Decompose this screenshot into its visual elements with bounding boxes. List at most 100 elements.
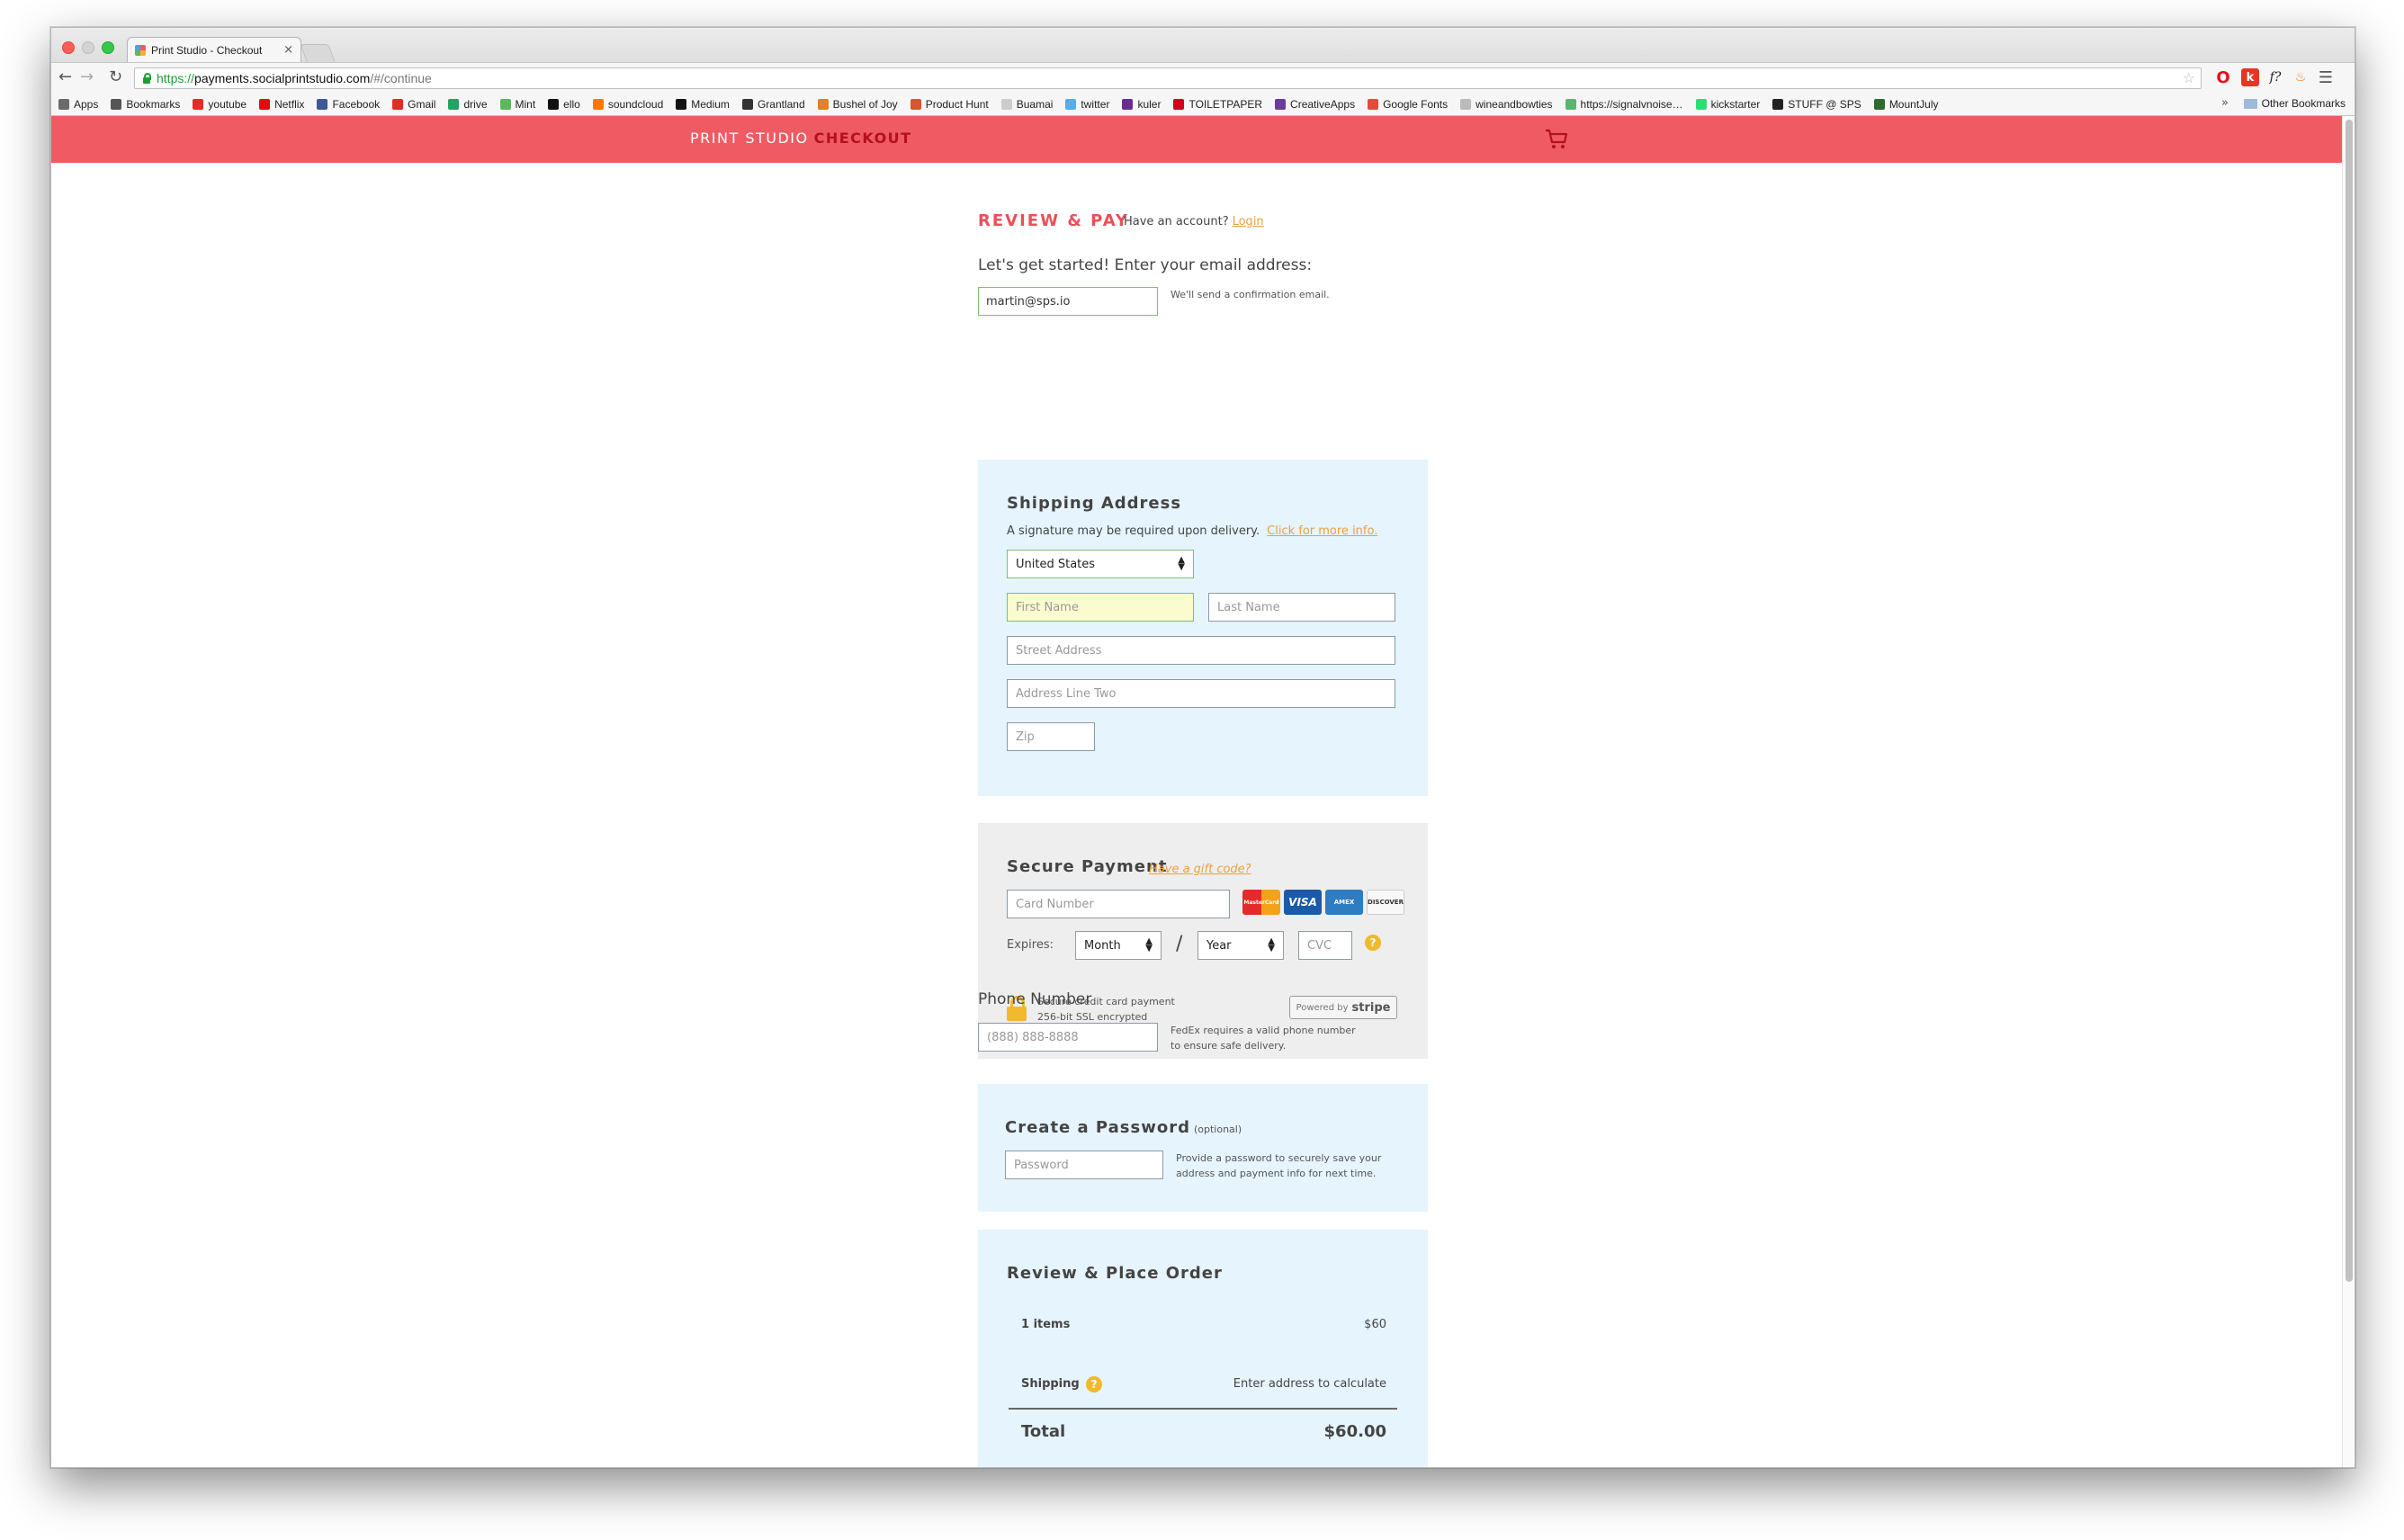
bookmark-item[interactable]: Buamai <box>1000 97 1054 111</box>
more-info-link[interactable]: Click for more info. <box>1267 524 1377 538</box>
bookmark-item[interactable]: Facebook <box>317 98 380 111</box>
bookmark-label: ello <box>563 97 580 111</box>
scrollbar-thumb[interactable] <box>2346 120 2353 1282</box>
folder-icon <box>2243 98 2257 109</box>
fire-extension-icon[interactable]: ♨ <box>2292 68 2310 86</box>
bookmark-item[interactable]: kuler <box>1122 98 1161 111</box>
reload-icon[interactable]: ↻ <box>109 68 122 86</box>
bookmark-label: Bookmarks <box>126 97 181 111</box>
cvc-input[interactable]: CVC <box>1298 931 1352 960</box>
bookmark-label: Facebook <box>332 97 381 111</box>
brand-logo[interactable]: PRINT STUDIO CHECKOUT <box>690 130 912 147</box>
new-tab-button[interactable] <box>300 44 336 62</box>
back-arrow-icon[interactable]: ← <box>58 68 72 86</box>
gift-code-link[interactable]: Have a gift code? <box>1149 863 1251 876</box>
forward-arrow-icon[interactable]: → <box>80 68 94 86</box>
favicon-icon <box>135 44 146 56</box>
bookmark-item[interactable]: ello <box>548 98 580 111</box>
tab-close-icon[interactable]: × <box>283 43 293 57</box>
bookmark-item[interactable]: Apps <box>58 98 98 111</box>
bookmark-item[interactable]: kickstarter <box>1695 97 1761 111</box>
bookmark-item[interactable]: Gmail <box>392 98 435 111</box>
bookmark-item[interactable]: CreativeApps <box>1275 98 1355 111</box>
browser-tab[interactable]: Print Studio - Checkout × <box>127 37 301 62</box>
bookmark-label: Buamai <box>1016 97 1054 111</box>
bookmark-favicon-icon <box>910 98 921 110</box>
bookmark-item[interactable]: Google Fonts <box>1368 98 1448 111</box>
k-extension-icon[interactable]: k <box>2241 68 2259 86</box>
page-scrollbar[interactable] <box>2342 116 2355 1467</box>
bookmark-label: soundcloud <box>607 97 664 111</box>
bookmark-favicon-icon <box>1275 98 1287 110</box>
shipping-note: A signature may be required upon deliver… <box>1007 524 1378 538</box>
bookmark-item[interactable]: soundcloud <box>592 97 664 111</box>
first-name-input[interactable]: First Name <box>1007 593 1194 622</box>
opera-extension-icon[interactable]: O <box>2214 68 2232 87</box>
title-bar: Print Studio - Checkout × <box>51 28 2355 62</box>
month-select[interactable]: Month ▲ ▼ <box>1075 931 1162 960</box>
bookmark-item[interactable]: https://signalvnoise… <box>1565 98 1683 111</box>
card-number-input[interactable]: Card Number <box>1007 890 1230 918</box>
other-bookmarks-folder[interactable]: Other Bookmarks <box>2243 97 2346 110</box>
tab-title: Print Studio - Checkout <box>151 43 263 57</box>
zip-input[interactable]: Zip <box>1007 722 1095 751</box>
maximize-window-button[interactable] <box>102 41 114 54</box>
bookmark-item[interactable]: Product Hunt <box>910 98 989 111</box>
bookmark-favicon-icon <box>741 98 753 110</box>
powered-by-stripe-badge[interactable]: Powered by stripe <box>1289 996 1397 1019</box>
phone-note: FedEx requires a valid phone number to e… <box>1171 1025 1356 1052</box>
cvc-help-icon[interactable]: ? <box>1365 935 1381 951</box>
bookmark-favicon-icon <box>1873 98 1885 110</box>
items-label: 1 items <box>1021 1318 1071 1331</box>
bookmark-item[interactable]: Grantland <box>741 97 805 111</box>
bookmark-favicon-icon <box>448 98 460 110</box>
order-divider <box>1009 1408 1397 1410</box>
bookmark-favicon-icon <box>548 98 560 110</box>
order-title: Review & Place Order <box>1007 1264 1223 1283</box>
bookmark-item[interactable]: TOILETPAPER <box>1173 98 1262 111</box>
phone-input[interactable]: (888) 888-8888 <box>978 1023 1158 1052</box>
browser-window: Print Studio - Checkout × ← → ↻ https://… <box>50 27 2355 1468</box>
font-extension-icon[interactable]: f? <box>2266 68 2284 86</box>
bookmark-label: Gmail <box>408 97 436 111</box>
items-value: $60 <box>1364 1318 1386 1331</box>
password-input[interactable]: Password <box>1005 1151 1163 1179</box>
country-select[interactable]: United States ▲ ▼ <box>1007 550 1194 578</box>
street-address-input[interactable]: Street Address <box>1007 636 1395 665</box>
close-window-button[interactable] <box>62 41 75 54</box>
bookmark-item[interactable]: Bushel of Joy <box>817 98 898 111</box>
bookmark-star-icon[interactable]: ☆ <box>2183 69 2195 86</box>
last-name-input[interactable]: Last Name <box>1208 593 1395 622</box>
bookmark-item[interactable]: Medium <box>676 98 730 111</box>
bookmark-item[interactable]: STUFF @ SPS <box>1772 98 1861 111</box>
page-viewport: PRINT STUDIO CHECKOUT REVIEW & PAY Have a… <box>51 116 2344 1467</box>
shipping-help-icon[interactable]: ? <box>1086 1376 1102 1392</box>
minimize-window-button[interactable] <box>82 41 94 54</box>
page-title: REVIEW & PAY <box>978 211 1129 230</box>
bookmark-item[interactable]: Netflix <box>259 98 304 111</box>
bookmark-label: MountJuly <box>1888 97 1939 111</box>
bookmark-label: kickstarter <box>1710 97 1761 111</box>
bookmark-label: Apps <box>74 97 99 111</box>
bookmark-item[interactable]: drive <box>448 98 488 111</box>
bookmark-label: Grantland <box>757 97 805 111</box>
bookmark-item[interactable]: twitter <box>1065 98 1109 111</box>
bookmark-item[interactable]: Mint <box>499 98 535 111</box>
cart-icon[interactable] <box>1545 129 1568 150</box>
email-note: We'll send a confirmation email. <box>1171 289 1330 300</box>
bookmark-favicon-icon <box>592 98 604 110</box>
bookmark-item[interactable]: Bookmarks <box>111 98 180 111</box>
items-row: 1 items $60 <box>1021 1318 1386 1331</box>
payment-title: Secure Payment <box>1007 857 1168 876</box>
bookmark-item[interactable]: wineandbowties <box>1460 98 1553 111</box>
address-line-two-input[interactable]: Address Line Two <box>1007 679 1395 708</box>
bookmark-item[interactable]: youtube <box>193 98 247 111</box>
login-link[interactable]: Login <box>1233 215 1264 228</box>
address-bar[interactable]: https://payments.socialprintstudio.com/#… <box>134 67 2202 89</box>
email-input[interactable]: martin@sps.io <box>978 287 1158 316</box>
bookmark-item[interactable]: MountJuly <box>1873 97 1939 111</box>
bookmarks-overflow-button[interactable]: » <box>2221 96 2229 110</box>
year-select[interactable]: Year ▲ ▼ <box>1198 931 1284 960</box>
chrome-menu-icon[interactable]: ☰ <box>2317 68 2335 87</box>
total-label: Total <box>1021 1422 1066 1441</box>
